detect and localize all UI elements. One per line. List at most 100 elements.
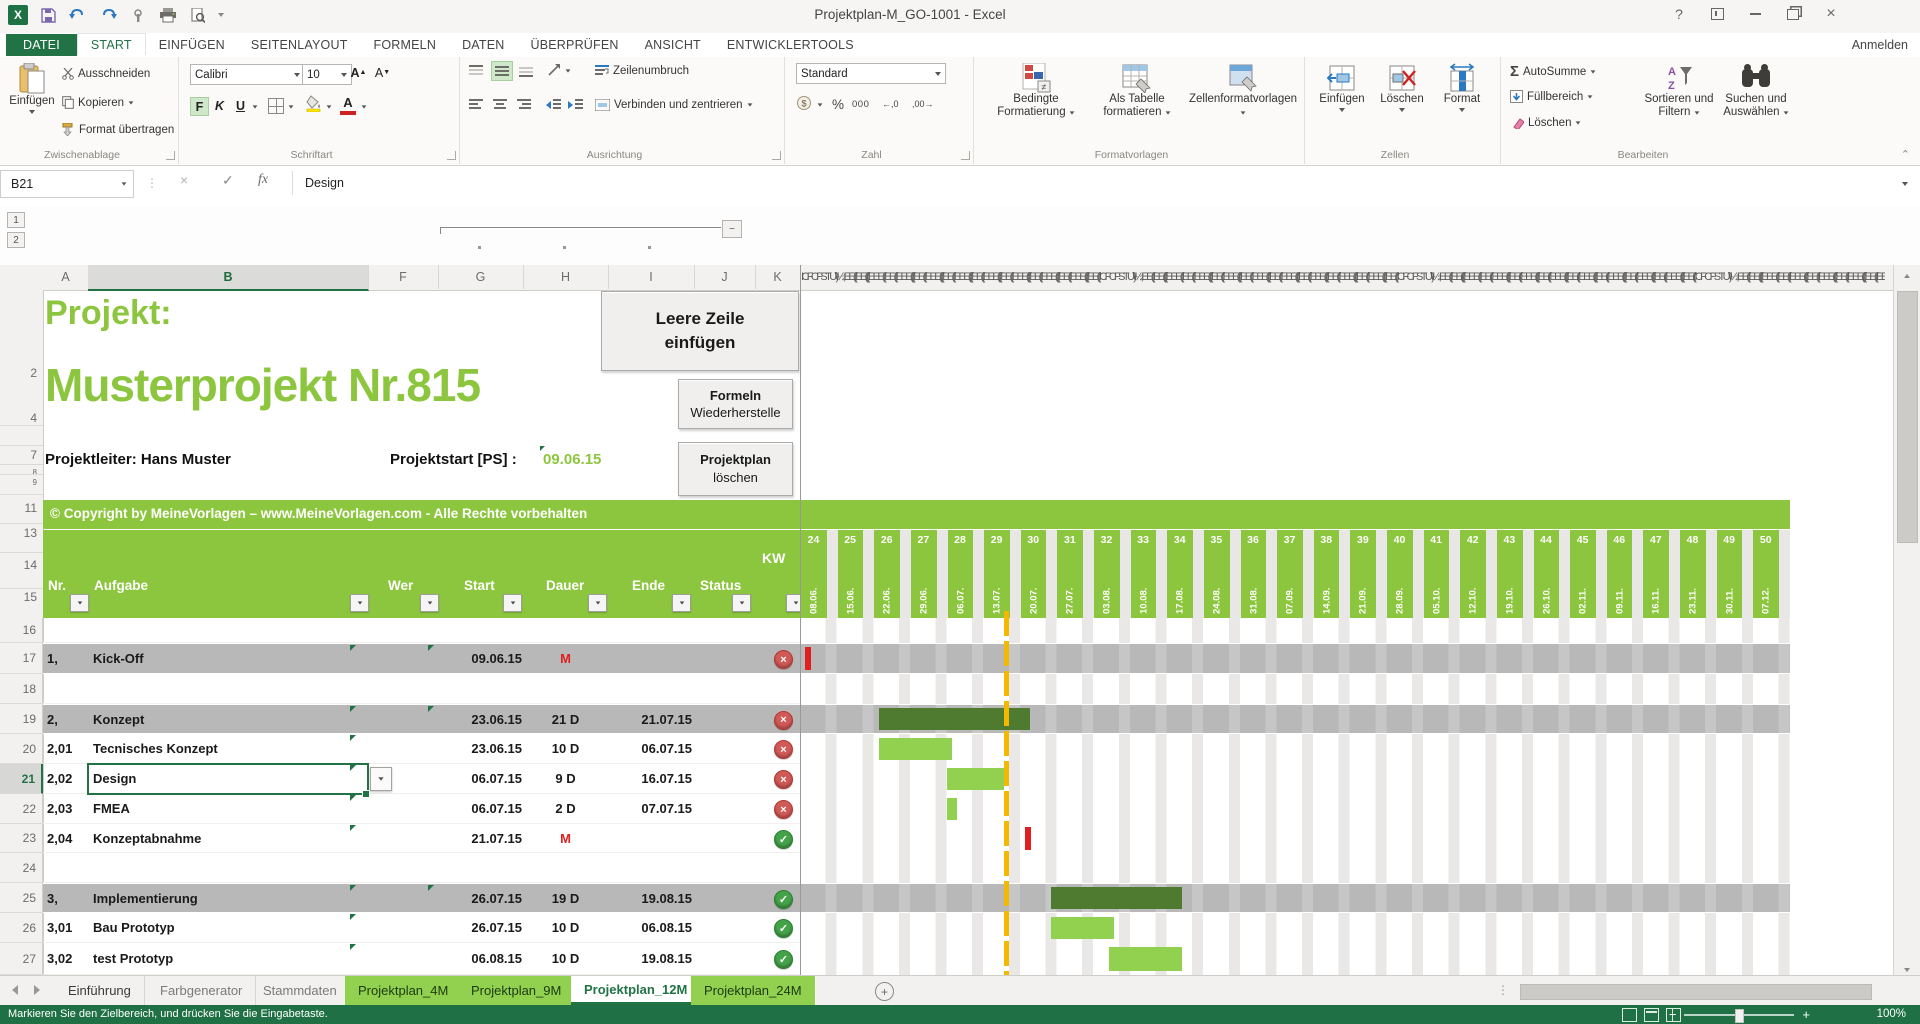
cell-aufgabe[interactable]: Konzept <box>93 705 144 733</box>
cell-dauer[interactable]: M <box>523 824 608 852</box>
gantt-row[interactable] <box>800 674 1790 704</box>
cell-dropdown-button[interactable] <box>370 767 392 791</box>
row-header-17[interactable]: 17 <box>0 643 43 674</box>
row-left-cells[interactable]: 3,Implementierung26.07.1519 D19.08.15✓ <box>43 883 800 913</box>
ribbon-tab-überprüfen[interactable]: ÜBERPRÜFEN <box>518 34 632 55</box>
row-header-11[interactable]: 11 <box>25 501 37 515</box>
kw-week-column-40[interactable]: 4028.09. <box>1387 530 1424 618</box>
header-start[interactable]: Start <box>464 578 495 593</box>
row-left-cells[interactable] <box>43 674 800 704</box>
grow-font-button[interactable]: A▲ <box>350 64 367 81</box>
vertical-scrollbar[interactable] <box>1893 265 1920 975</box>
namebox-splitter[interactable]: ⋮ <box>146 176 158 190</box>
shrink-font-button[interactable]: A▼ <box>374 64 391 81</box>
percent-style-button[interactable]: % <box>832 97 844 112</box>
clear-plan-button[interactable]: Projektplanlöschen <box>678 442 793 496</box>
row-left-cells[interactable] <box>43 853 800 883</box>
italic-button[interactable]: K <box>211 97 228 114</box>
fill-color-dropdown-icon[interactable] <box>327 105 332 108</box>
cell-dauer[interactable]: 10 D <box>523 943 608 974</box>
align-right-button[interactable] <box>517 99 531 111</box>
align-bottom-button[interactable] <box>519 65 533 77</box>
ribbon-tab-datei[interactable]: DATEI <box>6 34 77 56</box>
fullscreen-button[interactable] <box>1706 4 1728 24</box>
orientation-dropdown-icon[interactable] <box>566 69 571 72</box>
scroll-up-icon[interactable] <box>1894 265 1919 287</box>
row-header-24[interactable]: 24 <box>0 853 43 883</box>
cell-start[interactable]: 23.06.15 <box>438 734 522 763</box>
align-middle-button[interactable] <box>491 61 513 81</box>
sheet-tab-einführung[interactable]: Einführung <box>55 976 145 1005</box>
kw-week-column-42[interactable]: 4212.10. <box>1460 530 1497 618</box>
gantt-row[interactable] <box>800 913 1790 943</box>
font-color-button[interactable]: A <box>341 95 355 110</box>
insert-cells-button[interactable]: Einfügen <box>1314 63 1370 112</box>
row-header-15[interactable]: 15 <box>24 590 37 604</box>
sheet-tab-projektplan_9m[interactable]: Projektplan_9M <box>458 976 575 1005</box>
cell-ende[interactable]: 06.07.15 <box>608 734 692 763</box>
font-color-dropdown-icon[interactable] <box>362 105 367 108</box>
cell-dauer[interactable]: 10 D <box>523 734 608 763</box>
close-button[interactable]: × <box>1820 4 1842 24</box>
kw-week-column-28[interactable]: 2806.07. <box>948 530 985 618</box>
kw-week-column-33[interactable]: 3310.08. <box>1131 530 1168 618</box>
header-aufgabe[interactable]: Aufgabe <box>94 578 148 593</box>
cell-nr[interactable]: 2, <box>47 705 89 733</box>
column-header-K[interactable]: K <box>755 265 801 289</box>
comma-style-button[interactable]: 000 <box>852 99 869 110</box>
gantt-row[interactable] <box>800 643 1790 674</box>
kw-week-column-25[interactable]: 2515.06. <box>838 530 875 618</box>
format-as-table-button[interactable]: Als Tabelleformatieren <box>1091 63 1183 119</box>
kw-week-column-35[interactable]: 3524.08. <box>1204 530 1241 618</box>
merge-center-button[interactable]: Verbinden und zentrieren <box>595 99 753 111</box>
underline-dropdown-icon[interactable] <box>253 105 258 108</box>
kw-week-column-31[interactable]: 3127.07. <box>1057 530 1094 618</box>
cell-ende[interactable]: 19.08.15 <box>608 884 692 912</box>
kw-week-column-26[interactable]: 2622.06. <box>874 530 911 618</box>
row-left-cells[interactable]: 2,01Tecnisches Konzept23.06.1510 D06.07.… <box>43 734 800 764</box>
outline-level-1-button[interactable]: 1 <box>7 212 25 228</box>
row-header-2[interactable]: 2 <box>30 366 37 380</box>
ribbon-tab-ansicht[interactable]: ANSICHT <box>632 34 714 55</box>
cell-dauer[interactable]: M <box>523 644 608 673</box>
gantt-row[interactable] <box>800 764 1790 794</box>
cell-aufgabe[interactable]: Tecnisches Konzept <box>93 734 218 763</box>
cell-aufgabe[interactable]: Implementierung <box>93 884 198 912</box>
page-layout-view-icon[interactable] <box>1644 1008 1659 1022</box>
row-left-cells[interactable]: 3,02test Prototyp06.08.1510 D19.08.15✓ <box>43 943 800 975</box>
align-left-button[interactable] <box>469 99 483 111</box>
gantt-row[interactable] <box>800 704 1790 734</box>
header-nr[interactable]: Nr. <box>48 578 66 593</box>
cell-start[interactable]: 26.07.15 <box>438 913 522 942</box>
excel-logo-icon[interactable]: X <box>8 5 28 25</box>
bold-button[interactable]: F <box>190 97 209 116</box>
minimize-button[interactable] <box>1744 4 1766 24</box>
gantt-row[interactable] <box>800 883 1790 913</box>
accounting-dropdown-icon[interactable] <box>818 103 823 106</box>
zoom-level[interactable]: 100% <box>1877 1008 1906 1020</box>
cell-aufgabe[interactable]: Bau Prototyp <box>93 913 175 942</box>
ribbon-tab-entwicklertools[interactable]: ENTWICKLERTOOLS <box>714 34 867 55</box>
gantt-row[interactable] <box>800 853 1790 883</box>
name-box[interactable]: B21 <box>0 170 134 198</box>
cell-start[interactable]: 21.07.15 <box>438 824 522 852</box>
cell-ende[interactable] <box>608 824 692 852</box>
sheet-tab-stammdaten[interactable]: Stammdaten <box>250 976 351 1005</box>
clipboard-dialog-launcher-icon[interactable] <box>166 151 175 160</box>
ribbon-tab-start[interactable]: START <box>77 33 146 55</box>
filter-dropdown-button[interactable] <box>672 594 691 612</box>
row-left-cells[interactable]: 1,Kick-Off09.06.15M× <box>43 643 800 674</box>
ribbon-tab-einfügen[interactable]: EINFÜGEN <box>146 34 238 55</box>
normal-view-icon[interactable] <box>1622 1008 1637 1022</box>
kw-week-column-27[interactable]: 2729.06. <box>911 530 948 618</box>
sheet-tab-farbgenerator[interactable]: Farbgenerator <box>147 976 256 1005</box>
print-preview-icon[interactable] <box>188 5 208 25</box>
align-center-button[interactable] <box>493 99 507 111</box>
cell-nr[interactable]: 3, <box>47 884 89 912</box>
kw-week-column-37[interactable]: 3707.09. <box>1277 530 1314 618</box>
cell-ende[interactable]: 19.08.15 <box>608 943 692 974</box>
cell-aufgabe[interactable]: Konzeptabnahme <box>93 824 201 852</box>
row-header-20[interactable]: 20 <box>0 734 43 764</box>
cut-button[interactable]: Ausschneiden <box>62 68 150 80</box>
column-header-G[interactable]: G <box>438 265 524 289</box>
